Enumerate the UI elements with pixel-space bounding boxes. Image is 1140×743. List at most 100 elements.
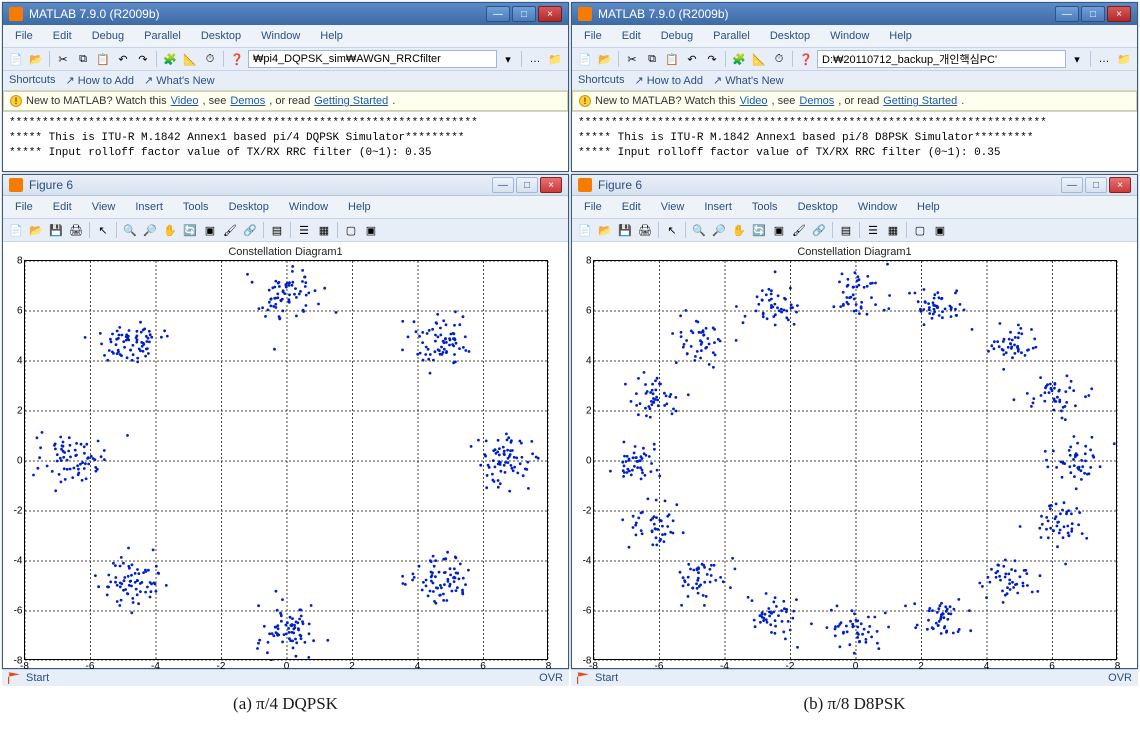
path-dropdown-icon[interactable]: ▾	[499, 50, 517, 68]
video-link[interactable]: Video	[171, 95, 199, 107]
profiler-icon[interactable]: ⏱	[201, 50, 219, 68]
menu-debug[interactable]: Debug	[84, 28, 132, 44]
pan-icon[interactable]: ✋	[161, 221, 179, 239]
cut-icon[interactable]: ✂	[54, 50, 72, 68]
fig-maximize-button[interactable]: □	[1085, 177, 1107, 193]
pointer-icon[interactable]: ↖	[663, 221, 681, 239]
browse-folder-icon[interactable]: …	[1095, 50, 1113, 68]
menu-edit[interactable]: Edit	[614, 28, 649, 44]
redo-icon[interactable]: ↷	[134, 50, 152, 68]
figmenu-view[interactable]: View	[653, 199, 693, 215]
rotate-icon[interactable]: 🔄	[181, 221, 199, 239]
redo-icon[interactable]: ↷	[703, 50, 721, 68]
path-dropdown-icon[interactable]: ▾	[1068, 50, 1086, 68]
menu-window[interactable]: Window	[253, 28, 308, 44]
link-icon[interactable]: 🔗	[241, 221, 259, 239]
start-button[interactable]: Start	[595, 672, 618, 684]
menu-desktop[interactable]: Desktop	[762, 28, 818, 44]
axes[interactable]: -8-6-4-202468-8-6-4-202468	[24, 260, 548, 660]
command-window[interactable]: ****************************************…	[3, 111, 568, 171]
menu-file[interactable]: File	[576, 28, 610, 44]
help-icon[interactable]: ❓	[797, 50, 815, 68]
simulink-icon[interactable]: 🧩	[161, 50, 179, 68]
figmenu-file[interactable]: File	[7, 199, 41, 215]
axes[interactable]: -8-6-4-202468-8-6-4-202468	[593, 260, 1117, 660]
figmenu-insert[interactable]: Insert	[127, 199, 171, 215]
help-icon[interactable]: ❓	[228, 50, 246, 68]
maximize-button[interactable]: □	[1081, 6, 1105, 22]
zoom-in-icon[interactable]: 🔍	[690, 221, 708, 239]
minimize-button[interactable]: —	[1055, 6, 1079, 22]
print-icon[interactable]: 🖨	[636, 221, 654, 239]
fig-minimize-button[interactable]: —	[1061, 177, 1083, 193]
insert-legend-icon[interactable]: ☰	[864, 221, 882, 239]
menu-desktop[interactable]: Desktop	[193, 28, 249, 44]
figmenu-window[interactable]: Window	[281, 199, 336, 215]
data-cursor-icon[interactable]: ▣	[770, 221, 788, 239]
figmenu-tools[interactable]: Tools	[744, 199, 786, 215]
figmenu-insert[interactable]: Insert	[696, 199, 740, 215]
undo-icon[interactable]: ↶	[114, 50, 132, 68]
figmenu-window[interactable]: Window	[850, 199, 905, 215]
shortcut-item[interactable]: ↗ How to Add	[65, 74, 134, 87]
insert-colorbar-icon[interactable]: ▤	[268, 221, 286, 239]
data-cursor-icon[interactable]: ▣	[201, 221, 219, 239]
current-folder-input[interactable]	[248, 50, 497, 68]
open-icon[interactable]: 📂	[27, 221, 45, 239]
shortcut-item[interactable]: ↗ What's New	[144, 74, 215, 87]
paste-icon[interactable]: 📋	[663, 50, 681, 68]
current-folder-input[interactable]	[817, 50, 1066, 68]
new-file-icon[interactable]: 📄	[576, 50, 594, 68]
figmenu-desktop[interactable]: Desktop	[221, 199, 277, 215]
print-icon[interactable]: 🖨	[67, 221, 85, 239]
open-icon[interactable]: 📂	[596, 221, 614, 239]
zoom-out-icon[interactable]: 🔎	[141, 221, 159, 239]
brush-icon[interactable]: 🖌	[221, 221, 239, 239]
simulink-icon[interactable]: 🧩	[730, 50, 748, 68]
menu-debug[interactable]: Debug	[653, 28, 701, 44]
figmenu-desktop[interactable]: Desktop	[790, 199, 846, 215]
new-file-icon[interactable]: 📄	[7, 50, 25, 68]
close-button[interactable]: ×	[538, 6, 562, 22]
menu-parallel[interactable]: Parallel	[136, 28, 189, 44]
up-folder-icon[interactable]: 📁	[546, 50, 564, 68]
menu-window[interactable]: Window	[822, 28, 877, 44]
figmenu-tools[interactable]: Tools	[175, 199, 217, 215]
maximize-button[interactable]: □	[512, 6, 536, 22]
insert-colorbar-icon[interactable]: ▤	[837, 221, 855, 239]
show-plot-tools-icon[interactable]: ▦	[315, 221, 333, 239]
insert-legend-icon[interactable]: ☰	[295, 221, 313, 239]
copy-icon[interactable]: ⧉	[74, 50, 92, 68]
new-figure-icon[interactable]: 📄	[576, 221, 594, 239]
dock-icon[interactable]: ▣	[362, 221, 380, 239]
browse-folder-icon[interactable]: …	[526, 50, 544, 68]
fig-close-button[interactable]: ×	[1109, 177, 1131, 193]
zoom-out-icon[interactable]: 🔎	[710, 221, 728, 239]
menu-help[interactable]: Help	[881, 28, 920, 44]
hide-plot-tools-icon[interactable]: ▢	[911, 221, 929, 239]
shortcut-item[interactable]: ↗ How to Add	[634, 74, 703, 87]
minimize-button[interactable]: —	[486, 6, 510, 22]
menu-help[interactable]: Help	[312, 28, 351, 44]
zoom-in-icon[interactable]: 🔍	[121, 221, 139, 239]
fig-close-button[interactable]: ×	[540, 177, 562, 193]
dock-icon[interactable]: ▣	[931, 221, 949, 239]
new-figure-icon[interactable]: 📄	[7, 221, 25, 239]
hide-plot-tools-icon[interactable]: ▢	[342, 221, 360, 239]
guide-icon[interactable]: 📐	[750, 50, 768, 68]
paste-icon[interactable]: 📋	[94, 50, 112, 68]
getting-started-link[interactable]: Getting Started	[314, 95, 388, 107]
menu-parallel[interactable]: Parallel	[705, 28, 758, 44]
figmenu-view[interactable]: View	[84, 199, 124, 215]
save-icon[interactable]: 💾	[47, 221, 65, 239]
open-icon[interactable]: 📂	[27, 50, 45, 68]
menu-edit[interactable]: Edit	[45, 28, 80, 44]
cut-icon[interactable]: ✂	[623, 50, 641, 68]
figmenu-help[interactable]: Help	[340, 199, 379, 215]
fig-minimize-button[interactable]: —	[492, 177, 514, 193]
copy-icon[interactable]: ⧉	[643, 50, 661, 68]
start-button[interactable]: Start	[26, 672, 49, 684]
shortcut-item[interactable]: ↗ What's New	[713, 74, 784, 87]
figmenu-edit[interactable]: Edit	[614, 199, 649, 215]
menu-file[interactable]: File	[7, 28, 41, 44]
